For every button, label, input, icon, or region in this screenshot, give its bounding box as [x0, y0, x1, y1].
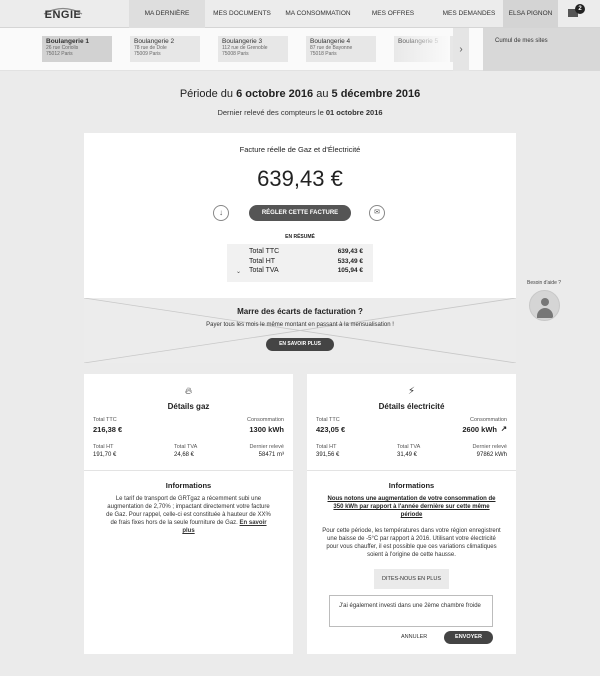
summary-row-value: 105,94 € [337, 267, 363, 274]
tell-us-more-button[interactable]: DITES-NOUS EN PLUS [374, 569, 449, 589]
promo-text: Payer tous les mois le même montant en p… [206, 322, 394, 328]
summary-label: EN RÉSUMÉ [285, 234, 315, 240]
period-heading: Période du 6 octobre 2016 au 5 décembre … [0, 88, 600, 100]
site-name: Boulangerie 3 [222, 38, 263, 45]
email-icon[interactable]: ✉ [369, 205, 385, 221]
elec-details-title: Détails électricité [378, 402, 445, 411]
site-address-city: 75012 Paris [46, 51, 73, 57]
nav-requests[interactable]: MES DEMANDES [440, 0, 498, 28]
elec-info-highlight: Nous notons une augmentation de votre co… [327, 496, 496, 518]
engie-logo[interactable]: ENGIE [40, 5, 86, 23]
site-tab-4[interactable]: Boulangerie 4 87 rue de Bayonne 75018 Pa… [306, 36, 376, 62]
site-tab-1[interactable]: Boulangerie 1 26 rue Coriolis 75012 Pari… [42, 36, 112, 62]
summary-row-value: 639,43 € [337, 248, 363, 255]
sites-fade-overlay [390, 36, 450, 62]
site-name: Boulangerie 4 [310, 38, 351, 45]
gas-info-title: Informations [165, 481, 212, 490]
send-button[interactable]: ENVOYER [444, 631, 493, 644]
gas-ttc-label: Total TTC [93, 417, 117, 423]
site-address-city: 75018 Paris [310, 51, 337, 57]
elec-info-text: Pour cette période, les températures dan… [322, 528, 501, 558]
lightning-icon: ⚡︎ [407, 386, 416, 397]
gas-ttc-value: 216,38 € [93, 425, 123, 434]
site-name: Boulangerie 2 [134, 38, 175, 45]
gas-ht-value: 191,70 € [93, 452, 117, 458]
invoice-amount: 639,43 € [257, 166, 343, 191]
site-address-city: 75008 Paris [222, 51, 249, 57]
user-menu[interactable]: ELSA PIGNON [503, 0, 558, 28]
elec-tva-value: 31,49 € [397, 452, 418, 458]
elec-tva-label: Total TVA [397, 444, 421, 450]
avatar-body [537, 308, 553, 318]
gas-info-text: Le tarif de transport de GRTgaz a récemm… [106, 495, 271, 535]
elec-ttc-label: Total TTC [316, 417, 340, 423]
mail-count-badge: 2 [575, 4, 585, 14]
expand-chevron-icon[interactable]: ⌄ [236, 268, 241, 275]
gas-details-card: 🔥︎ Détails gaz Total TTC 216,38 € Consom… [84, 374, 293, 654]
download-icon[interactable]: ↓ [213, 205, 229, 221]
elec-consumption-value: 2600 kWh [462, 425, 497, 434]
elec-last-reading-value: 97862 kWh [476, 452, 507, 458]
gas-ht-label: Total HT [93, 444, 114, 450]
help-avatar-icon[interactable] [529, 290, 560, 321]
elec-ht-label: Total HT [316, 444, 337, 450]
elec-last-reading-label: Dernier relevé [472, 444, 507, 450]
period-end: 5 décembre 2016 [331, 88, 421, 100]
flame-icon: 🔥︎ [184, 386, 193, 397]
summary-row: Total TVA 105,94 € [249, 267, 363, 277]
period-prefix: Période du [179, 88, 234, 100]
site-name: Boulangerie 1 [46, 38, 89, 45]
gas-consumption-label: Consommation [247, 417, 284, 423]
all-sites-tab[interactable]: Cumul de mes sites [483, 28, 600, 71]
last-reading-prefix: Dernier relevé des compteurs le [217, 108, 324, 117]
summary-row-label: Total HT [249, 257, 276, 265]
summary-row: Total HT 533,49 € [249, 258, 363, 268]
help-label: Besoin d'aide ? [527, 280, 562, 286]
nav-consumption[interactable]: MA CONSOMMATION [282, 0, 354, 28]
elec-ttc-value: 423,05 € [316, 425, 346, 434]
elec-consumption-label: Consommation [470, 417, 507, 423]
nav-offers[interactable]: MES OFFRES [368, 0, 418, 28]
pay-invoice-button[interactable]: RÉGLER CETTE FACTURE [249, 205, 351, 221]
all-sites-label: Cumul de mes sites [495, 38, 548, 44]
sites-next-arrow-icon[interactable]: › [453, 28, 469, 71]
feedback-textarea[interactable]: J'ai également investi dans une 2ème cha… [329, 595, 493, 627]
gas-last-reading-label: Dernier relevé [249, 444, 284, 450]
site-tab-3[interactable]: Boulangerie 3 112 rue de Grenoble 75008 … [218, 36, 288, 62]
gas-tva-value: 24,68 € [174, 452, 195, 458]
summary-row-label: Total TVA [249, 267, 279, 274]
invoice-title: Facture réelle de Gaz et d'Électricité [239, 145, 361, 154]
nav-documents[interactable]: MES DOCUMENTS [210, 0, 274, 28]
invoice-card: Facture réelle de Gaz et d'Électricité 6… [84, 133, 516, 363]
top-nav: ENGIE MA DERNIÈRE FACTURE MES DOCUMENTS … [0, 0, 600, 45]
electricity-details-card: ⚡︎ Détails électricité Total TTC 423,05 … [307, 374, 516, 654]
learn-more-button[interactable]: EN SAVOIR PLUS [266, 338, 334, 351]
gas-last-reading-value: 58471 m³ [258, 452, 284, 458]
avatar-head [541, 298, 549, 306]
monthly-payment-promo: Marre des écarts de facturation ? Payer … [84, 298, 516, 363]
period-start: 6 octobre 2016 [236, 88, 314, 100]
summary-row-value: 533,49 € [337, 257, 363, 265]
gas-details-title: Détails gaz [167, 402, 210, 411]
elec-info-title: Informations [388, 481, 435, 490]
last-reading-date: 01 octobre 2016 [325, 108, 383, 117]
period-middle: au [316, 88, 329, 100]
cancel-button[interactable]: ANNULER [401, 634, 427, 640]
nav-last-invoice[interactable]: MA DERNIÈRE FACTURE [129, 0, 205, 45]
gas-consumption-value: 1300 kWh [249, 425, 284, 434]
trend-up-icon: ↗ [500, 424, 507, 433]
promo-title: Marre des écarts de facturation ? [237, 307, 363, 316]
divider [307, 470, 516, 471]
last-reading: Dernier relevé des compteurs le 01 octob… [0, 108, 600, 117]
divider [84, 470, 293, 471]
summary-row-label: Total TTC [249, 248, 280, 255]
logo-text: ENGIE [44, 9, 82, 21]
gas-tva-label: Total TVA [174, 444, 198, 450]
elec-ht-value: 391,56 € [316, 452, 340, 458]
site-address-city: 75009 Paris [134, 51, 161, 57]
summary-box: Total TTC 639,43 € Total HT 533,49 € Tot… [227, 244, 373, 282]
summary-row: Total TTC 639,43 € [249, 248, 363, 258]
site-tab-2[interactable]: Boulangerie 2 78 rue de Dole 75009 Paris [130, 36, 200, 62]
